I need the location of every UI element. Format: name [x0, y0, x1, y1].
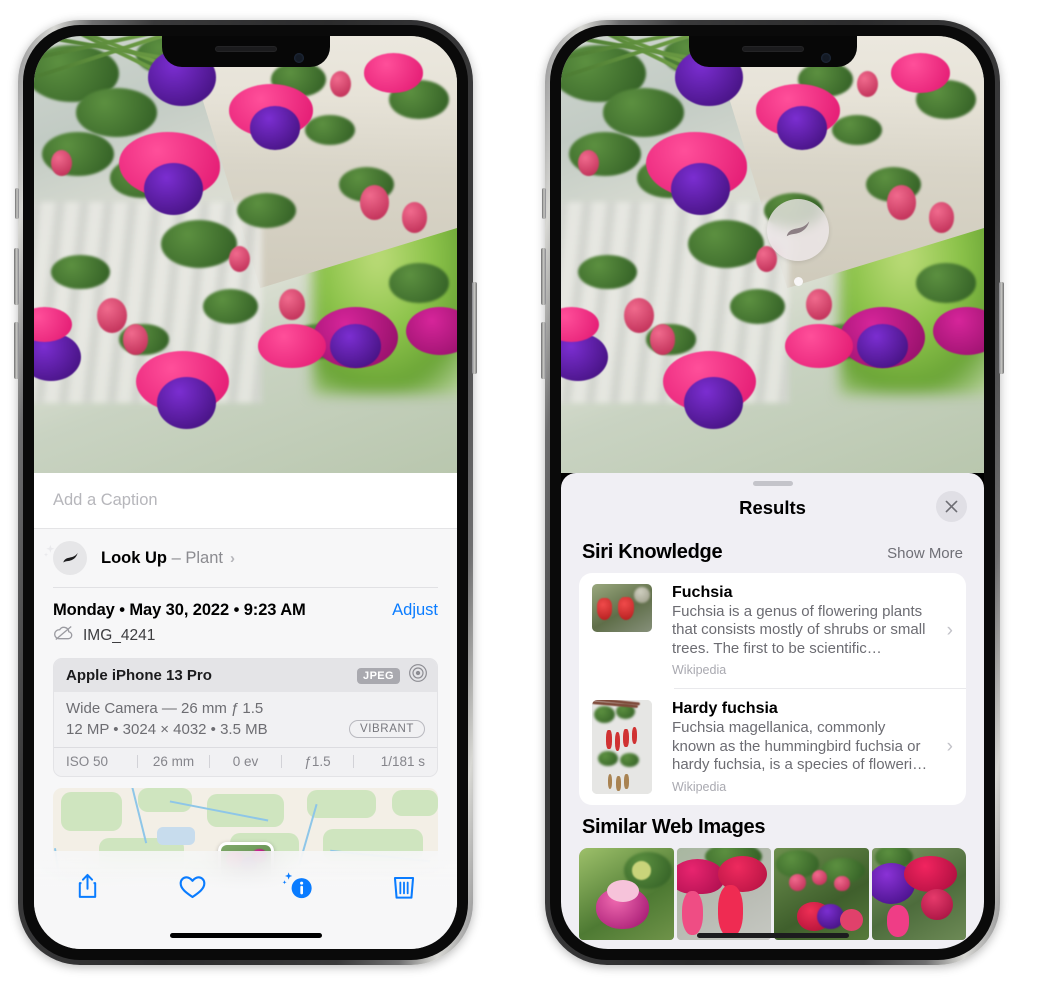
knowledge-source: Wikipedia: [672, 779, 727, 794]
volume-down-button[interactable]: [541, 322, 546, 379]
fuchsia-plant-photo: [561, 36, 984, 473]
similar-web-images-strip[interactable]: [561, 848, 984, 941]
exif-exposure: 0 ev: [232, 754, 259, 769]
results-header: Results: [561, 486, 984, 530]
knowledge-row[interactable]: Fuchsia Fuchsia is a genus of flowering …: [579, 573, 966, 688]
left-phone-frame: Add a Caption Look Up – Plant › Monday •…: [14, 20, 477, 965]
photographic-style-badge: VIBRANT: [348, 720, 425, 738]
metadata-body: Wide Camera — 26 mm ƒ 1.5 12 MP • 3024 ×…: [54, 692, 437, 747]
front-camera-icon: [293, 53, 304, 63]
section-title: Similar Web Images: [582, 816, 766, 839]
siri-knowledge-card: Fuchsia Fuchsia is a genus of flowering …: [579, 573, 966, 806]
exif-focal: 26 mm: [152, 754, 195, 769]
knowledge-description: Fuchsia is a genus of flowering plants t…: [672, 603, 926, 657]
chevron-right-icon: ›: [229, 549, 235, 567]
photo-viewer[interactable]: [34, 36, 457, 473]
right-phone-screen: Results Siri Knowledge Show More Fuchsia…: [561, 36, 984, 949]
knowledge-text: Fuchsia Fuchsia is a genus of flowering …: [672, 584, 954, 677]
caption-input[interactable]: Add a Caption: [53, 491, 158, 510]
mute-switch[interactable]: [542, 188, 546, 219]
knowledge-source: Wikipedia: [672, 663, 727, 678]
left-phone-screen: Add a Caption Look Up – Plant › Monday •…: [34, 36, 457, 949]
photo-toolbar: [34, 851, 457, 949]
knowledge-title: Fuchsia: [672, 584, 733, 601]
mute-switch[interactable]: [15, 188, 19, 219]
photo-viewer[interactable]: [561, 36, 984, 473]
knowledge-text: Hardy fuchsia Fuchsia magellanica, commo…: [672, 700, 954, 793]
leaf-icon: [786, 221, 810, 237]
exif-shutter: 1/181 s: [380, 754, 425, 769]
right-phone-bezel: Results Siri Knowledge Show More Fuchsia…: [550, 25, 995, 960]
web-image-1[interactable]: [579, 848, 674, 941]
front-camera-icon: [820, 53, 831, 63]
web-image-3[interactable]: [774, 848, 869, 941]
favorite-button[interactable]: [166, 865, 220, 907]
info-button[interactable]: [271, 865, 325, 907]
look-up-text: Look Up: [101, 548, 167, 567]
similar-web-images-header: Similar Web Images: [561, 805, 984, 848]
exif-iso: ISO 50: [66, 754, 109, 769]
results-title: Results: [739, 497, 806, 518]
siri-knowledge-header: Siri Knowledge Show More: [561, 530, 984, 573]
fuchsia-thumbnail: [592, 584, 652, 632]
volume-up-button[interactable]: [14, 248, 19, 305]
format-badge: JPEG: [357, 667, 400, 684]
close-icon: [945, 500, 958, 513]
camera-metadata-card[interactable]: Apple iPhone 13 Pro JPEG Wide Camera — 2…: [53, 658, 438, 777]
look-up-label: Look Up – Plant: [101, 549, 223, 568]
adjust-button[interactable]: Adjust: [392, 601, 438, 620]
knowledge-row[interactable]: Hardy fuchsia Fuchsia magellanica, commo…: [579, 689, 966, 805]
earpiece-speaker: [214, 46, 277, 52]
notch: [688, 36, 857, 67]
resolution-info: 12 MP • 3024 × 4032 • 3.5 MB: [66, 720, 268, 738]
photo-info-sheet: Add a Caption Look Up – Plant › Monday •…: [34, 473, 457, 949]
fuchsia-plant-photo: [34, 36, 457, 473]
knowledge-description: Fuchsia magellanica, commonly known as t…: [672, 719, 928, 774]
web-image-4[interactable]: [871, 848, 966, 941]
chevron-right-icon: ›: [946, 619, 953, 641]
show-more-button[interactable]: Show More: [887, 545, 963, 562]
close-button[interactable]: [936, 491, 967, 522]
look-up-dash: –: [167, 548, 186, 567]
leaf-icon: [43, 541, 87, 575]
section-title: Siri Knowledge: [582, 541, 723, 563]
volume-down-button[interactable]: [14, 322, 19, 379]
photo-datetime: Monday • May 30, 2022 • 9:23 AM: [53, 601, 306, 619]
photo-filename: IMG_4241: [83, 626, 156, 644]
volume-up-button[interactable]: [541, 248, 546, 305]
home-indicator[interactable]: [696, 933, 849, 938]
lens-icon: [408, 663, 428, 688]
screenshot-stage: Add a Caption Look Up – Plant › Monday •…: [0, 0, 1055, 985]
share-button[interactable]: [60, 865, 114, 907]
earpiece-speaker: [741, 46, 804, 52]
results-sheet: Results Siri Knowledge Show More Fuchsia…: [561, 473, 984, 949]
knowledge-title: Hardy fuchsia: [672, 700, 778, 718]
filename-row: IMG_4241: [34, 620, 457, 656]
look-up-subject: Plant: [185, 548, 223, 567]
visual-look-up-anchor-dot: [794, 277, 803, 286]
left-phone-bezel: Add a Caption Look Up – Plant › Monday •…: [23, 25, 468, 960]
metadata-header: Apple iPhone 13 Pro JPEG: [54, 659, 437, 692]
web-image-2[interactable]: [676, 848, 771, 941]
date-time-row: Monday • May 30, 2022 • 9:23 AM Adjust: [34, 588, 457, 620]
right-phone-frame: Results Siri Knowledge Show More Fuchsia…: [541, 20, 1004, 965]
power-button[interactable]: [472, 282, 477, 374]
chevron-right-icon: ›: [946, 736, 953, 758]
exif-row: ISO 50 26 mm 0 ev ƒ1.5 1/181 s: [54, 747, 437, 776]
device-model: Apple iPhone 13 Pro: [66, 667, 212, 684]
cloud-slash-icon: [53, 625, 74, 646]
lens-info: Wide Camera — 26 mm ƒ 1.5: [66, 700, 264, 717]
home-indicator[interactable]: [169, 933, 322, 938]
notch: [161, 36, 330, 67]
caption-field-row[interactable]: Add a Caption: [34, 473, 457, 529]
exif-aperture: ƒ1.5: [304, 754, 331, 769]
power-button[interactable]: [999, 282, 1004, 374]
look-up-plant-row[interactable]: Look Up – Plant ›: [34, 529, 457, 587]
hardy-fuchsia-thumbnail: [592, 700, 652, 795]
visual-look-up-badge[interactable]: [767, 199, 829, 261]
delete-button[interactable]: [377, 865, 431, 907]
